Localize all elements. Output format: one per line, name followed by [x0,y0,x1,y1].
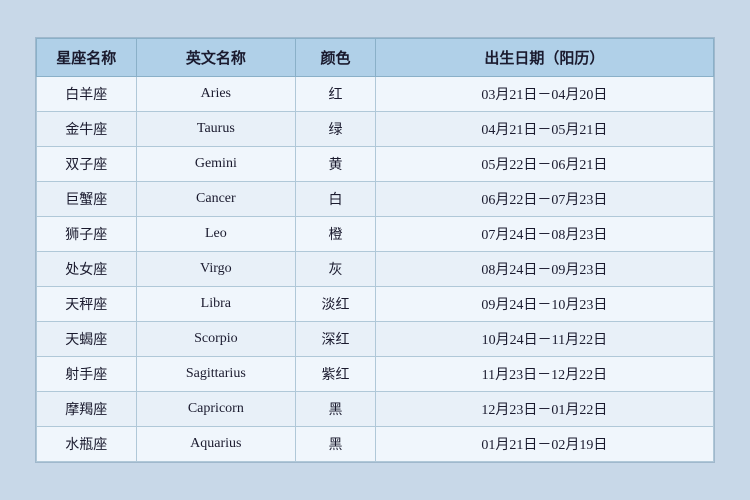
table-row: 水瓶座Aquarius黑01月21日－02月19日 [37,427,714,462]
table-row: 射手座Sagittarius紫红11月23日－12月22日 [37,357,714,392]
cell-date: 03月21日－04月20日 [375,77,713,112]
zodiac-table: 星座名称 英文名称 颜色 出生日期（阳历） 白羊座Aries红03月21日－04… [36,38,714,462]
cell-color: 深红 [296,322,376,357]
cell-chinese: 金牛座 [37,112,137,147]
header-color: 颜色 [296,39,376,77]
cell-date: 09月24日－10月23日 [375,287,713,322]
cell-chinese: 处女座 [37,252,137,287]
cell-chinese: 狮子座 [37,217,137,252]
table-row: 天秤座Libra淡红09月24日－10月23日 [37,287,714,322]
cell-color: 紫红 [296,357,376,392]
cell-date: 10月24日－11月22日 [375,322,713,357]
table-row: 摩羯座Capricorn黑12月23日－01月22日 [37,392,714,427]
cell-date: 11月23日－12月22日 [375,357,713,392]
cell-color: 黑 [296,427,376,462]
table-row: 巨蟹座Cancer白06月22日－07月23日 [37,182,714,217]
zodiac-table-container: 星座名称 英文名称 颜色 出生日期（阳历） 白羊座Aries红03月21日－04… [35,37,715,463]
cell-english: Scorpio [136,322,296,357]
cell-color: 黑 [296,392,376,427]
cell-english: Aries [136,77,296,112]
cell-chinese: 水瓶座 [37,427,137,462]
cell-date: 08月24日－09月23日 [375,252,713,287]
cell-date: 06月22日－07月23日 [375,182,713,217]
cell-english: Gemini [136,147,296,182]
cell-date: 05月22日－06月21日 [375,147,713,182]
header-date: 出生日期（阳历） [375,39,713,77]
cell-date: 07月24日－08月23日 [375,217,713,252]
cell-color: 红 [296,77,376,112]
cell-color: 白 [296,182,376,217]
cell-chinese: 巨蟹座 [37,182,137,217]
cell-color: 淡红 [296,287,376,322]
table-row: 天蝎座Scorpio深红10月24日－11月22日 [37,322,714,357]
cell-english: Cancer [136,182,296,217]
table-row: 白羊座Aries红03月21日－04月20日 [37,77,714,112]
cell-color: 绿 [296,112,376,147]
cell-date: 12月23日－01月22日 [375,392,713,427]
cell-english: Aquarius [136,427,296,462]
cell-chinese: 天秤座 [37,287,137,322]
cell-color: 黄 [296,147,376,182]
cell-date: 04月21日－05月21日 [375,112,713,147]
cell-chinese: 摩羯座 [37,392,137,427]
cell-color: 橙 [296,217,376,252]
cell-english: Leo [136,217,296,252]
cell-english: Capricorn [136,392,296,427]
table-row: 狮子座Leo橙07月24日－08月23日 [37,217,714,252]
cell-english: Taurus [136,112,296,147]
header-chinese: 星座名称 [37,39,137,77]
table-row: 处女座Virgo灰08月24日－09月23日 [37,252,714,287]
table-row: 金牛座Taurus绿04月21日－05月21日 [37,112,714,147]
header-english: 英文名称 [136,39,296,77]
cell-color: 灰 [296,252,376,287]
table-header-row: 星座名称 英文名称 颜色 出生日期（阳历） [37,39,714,77]
cell-chinese: 天蝎座 [37,322,137,357]
cell-date: 01月21日－02月19日 [375,427,713,462]
cell-english: Virgo [136,252,296,287]
table-row: 双子座Gemini黄05月22日－06月21日 [37,147,714,182]
cell-chinese: 双子座 [37,147,137,182]
cell-english: Sagittarius [136,357,296,392]
cell-chinese: 射手座 [37,357,137,392]
cell-chinese: 白羊座 [37,77,137,112]
cell-english: Libra [136,287,296,322]
